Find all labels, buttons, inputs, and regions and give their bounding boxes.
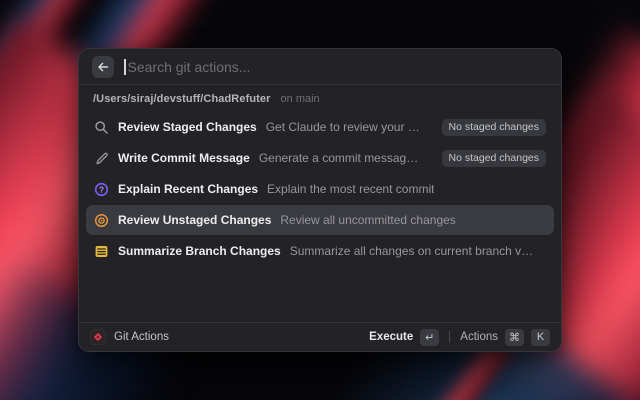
list-item[interactable]: ? Explain Recent Changes Explain the mos… [86,174,554,204]
item-subtitle: Get Claude to review your staged changes [265,120,424,134]
list-item[interactable]: Review Staged Changes Get Claude to revi… [86,112,554,142]
item-subtitle: Explain the most recent commit [267,182,435,196]
back-arrow-icon [98,62,109,71]
text-caret [124,58,126,75]
footer-bar: Git Actions Execute ↵ Actions ⌘ K [79,322,561,351]
list-item[interactable]: Summarize Branch Changes Summarize all c… [86,236,554,266]
list-item[interactable]: Review Unstaged Changes Review all uncom… [86,205,554,235]
item-subtitle: Generate a commit message for staged cha… [258,151,424,165]
item-status-badge: No staged changes [441,118,546,136]
empty-space [79,266,561,322]
item-title: Review Staged Changes [118,120,257,134]
search-bar [79,49,561,84]
footer-actions-area: Execute ↵ Actions ⌘ K [369,328,550,346]
cmd-keycap: ⌘ [505,328,524,346]
k-keycap: K [531,328,550,346]
back-button[interactable] [92,55,114,78]
item-title: Write Commit Message [118,151,250,165]
action-list: Review Staged Changes Get Claude to revi… [79,107,561,266]
branch-label: on main [280,93,320,105]
footer-divider [449,331,451,343]
svg-text:?: ? [99,185,104,194]
magnifier-icon [94,120,109,135]
actions-menu-button[interactable]: Actions [460,331,498,343]
execute-button[interactable]: Execute [369,331,413,343]
list-item[interactable]: Write Commit Message Generate a commit m… [86,143,554,173]
pencil-icon [94,151,109,166]
list-icon [94,244,109,259]
item-subtitle: Review all uncommitted changes [280,213,456,227]
enter-keycap: ↵ [420,328,440,346]
repo-path: /Users/siraj/devstuff/ChadRefuter [93,93,271,105]
question-circle-icon: ? [94,182,109,197]
footer-app-label: Git Actions [114,331,169,343]
target-icon [94,213,109,228]
item-subtitle: Summarize all changes on current branch … [289,244,537,258]
item-title: Explain Recent Changes [118,182,259,196]
search-input[interactable] [127,58,548,75]
command-palette-window: /Users/siraj/devstuff/ChadRefuter on mai… [78,48,562,352]
repo-section-header: /Users/siraj/devstuff/ChadRefuter on mai… [79,85,561,107]
git-actions-extension-icon [90,329,106,345]
item-title: Review Unstaged Changes [118,213,272,227]
item-title: Summarize Branch Changes [118,244,281,258]
footer-app: Git Actions [90,329,169,345]
item-status-badge: No staged changes [441,149,546,167]
